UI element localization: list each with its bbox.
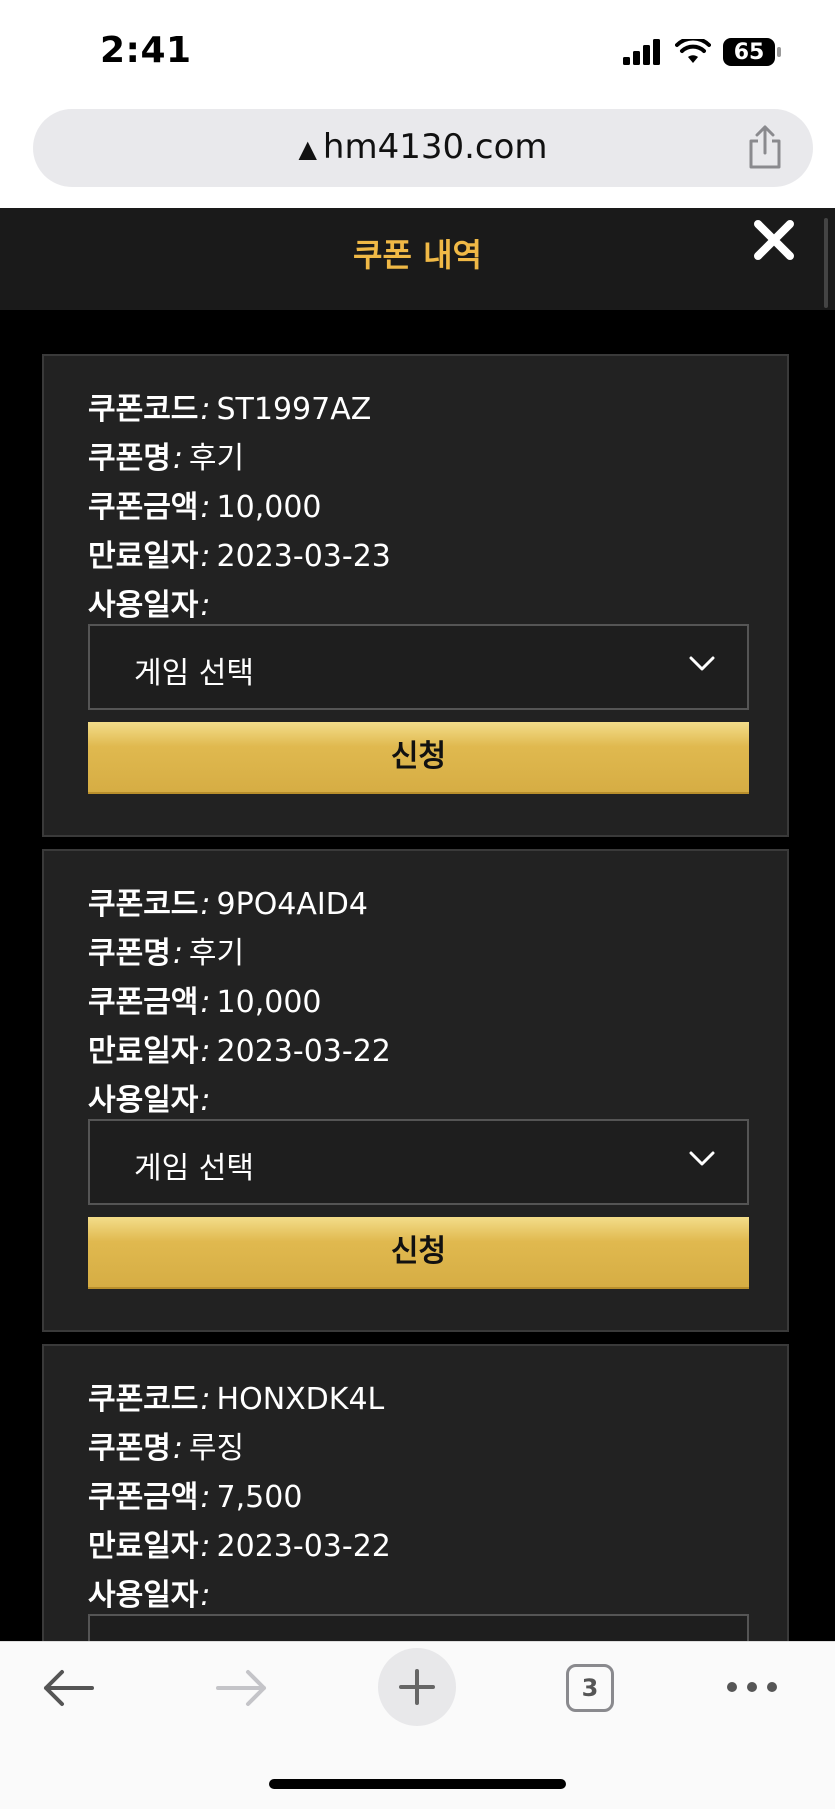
modal-title: 쿠폰 내역 [353,236,482,274]
url-text: hm4130.com [322,127,548,167]
address-bar[interactable]: ▲ hm4130.com [33,109,813,187]
status-icons: 65 [623,38,781,66]
battery-indicator: 65 [723,38,781,66]
close-icon[interactable] [752,218,796,262]
coupon-amount-value: 7,500 [216,1480,303,1515]
coupon-amount-row: 쿠폰금액: 7,500 [88,1480,303,1515]
coupon-name-value: 후기 [188,441,245,476]
game-select-value: 게임 선택 [134,656,254,691]
cellular-signal-icon [623,39,660,65]
coupon-code-value: ST1997AZ [216,392,372,427]
game-select[interactable]: 게임 선택 [88,624,749,710]
used-date-row: 사용일자: [88,1083,211,1118]
plus-icon [399,1669,435,1705]
coupon-amount-row: 쿠폰금액: 10,000 [88,490,322,525]
game-select[interactable]: 게임 선택 [88,1119,749,1205]
expiry-date-value: 2023-03-22 [216,1529,391,1564]
coupon-amount-value: 10,000 [216,985,322,1020]
used-date-row: 사용일자: [88,1578,211,1613]
coupon-card: 쿠폰코드: HONXDK4L 쿠폰명: 루징 쿠폰금액: 7,500 만료일자: 202… [42,1344,789,1700]
coupon-amount-value: 10,000 [216,490,322,525]
apply-button[interactable]: 신청 [88,722,749,794]
coupon-name-row: 쿠폰명: 후기 [88,441,245,476]
wifi-icon [675,39,711,63]
coupon-code-row: 쿠폰코드: ST1997AZ [88,392,372,427]
expiry-date-row: 만료일자: 2023-03-22 [88,1529,391,1564]
coupon-card: 쿠폰코드: 9PO4AID4 쿠폰명: 후기 쿠폰금액: 10,000 만료일자: 20… [42,849,789,1332]
coupon-name-value: 후기 [188,936,245,971]
share-icon[interactable] [745,123,785,171]
coupon-name-value: 루징 [188,1431,245,1466]
coupon-code-value: HONXDK4L [216,1382,385,1417]
browser-chrome: 2:41 65 ▲ hm4130.com [0,0,835,208]
expiry-date-row: 만료일자: 2023-03-22 [88,1034,391,1069]
url-display[interactable]: ▲ hm4130.com [33,127,813,167]
status-time: 2:41 [100,30,192,71]
home-indicator [269,1779,566,1789]
chevron-down-icon [689,656,715,671]
warning-icon: ▲ [298,134,317,163]
more-icon[interactable] [724,1677,780,1697]
coupon-code-row: 쿠폰코드: 9PO4AID4 [88,887,368,922]
coupon-code-row: 쿠폰코드: HONXDK4L [88,1382,385,1417]
expiry-date-value: 2023-03-22 [216,1034,391,1069]
coupon-card: 쿠폰코드: ST1997AZ 쿠폰명: 후기 쿠폰금액: 10,000 만료일자: 20… [42,354,789,837]
modal-header: 쿠폰 내역 [0,208,835,310]
tabs-button[interactable]: 3 [566,1664,614,1712]
coupon-amount-row: 쿠폰금액: 10,000 [88,985,322,1020]
apply-button[interactable]: 신청 [88,1217,749,1289]
expiry-date-value: 2023-03-23 [216,539,391,574]
back-arrow-icon[interactable] [40,1668,96,1708]
coupon-code-value: 9PO4AID4 [216,887,368,922]
expiry-date-row: 만료일자: 2023-03-23 [88,539,391,574]
coupon-name-row: 쿠폰명: 루징 [88,1431,245,1466]
forward-arrow-icon[interactable] [214,1668,270,1708]
chevron-down-icon [689,1151,715,1166]
game-select-value: 게임 선택 [134,1151,254,1186]
coupon-name-row: 쿠폰명: 후기 [88,936,245,971]
used-date-row: 사용일자: [88,588,211,623]
scrollbar[interactable] [824,218,828,308]
